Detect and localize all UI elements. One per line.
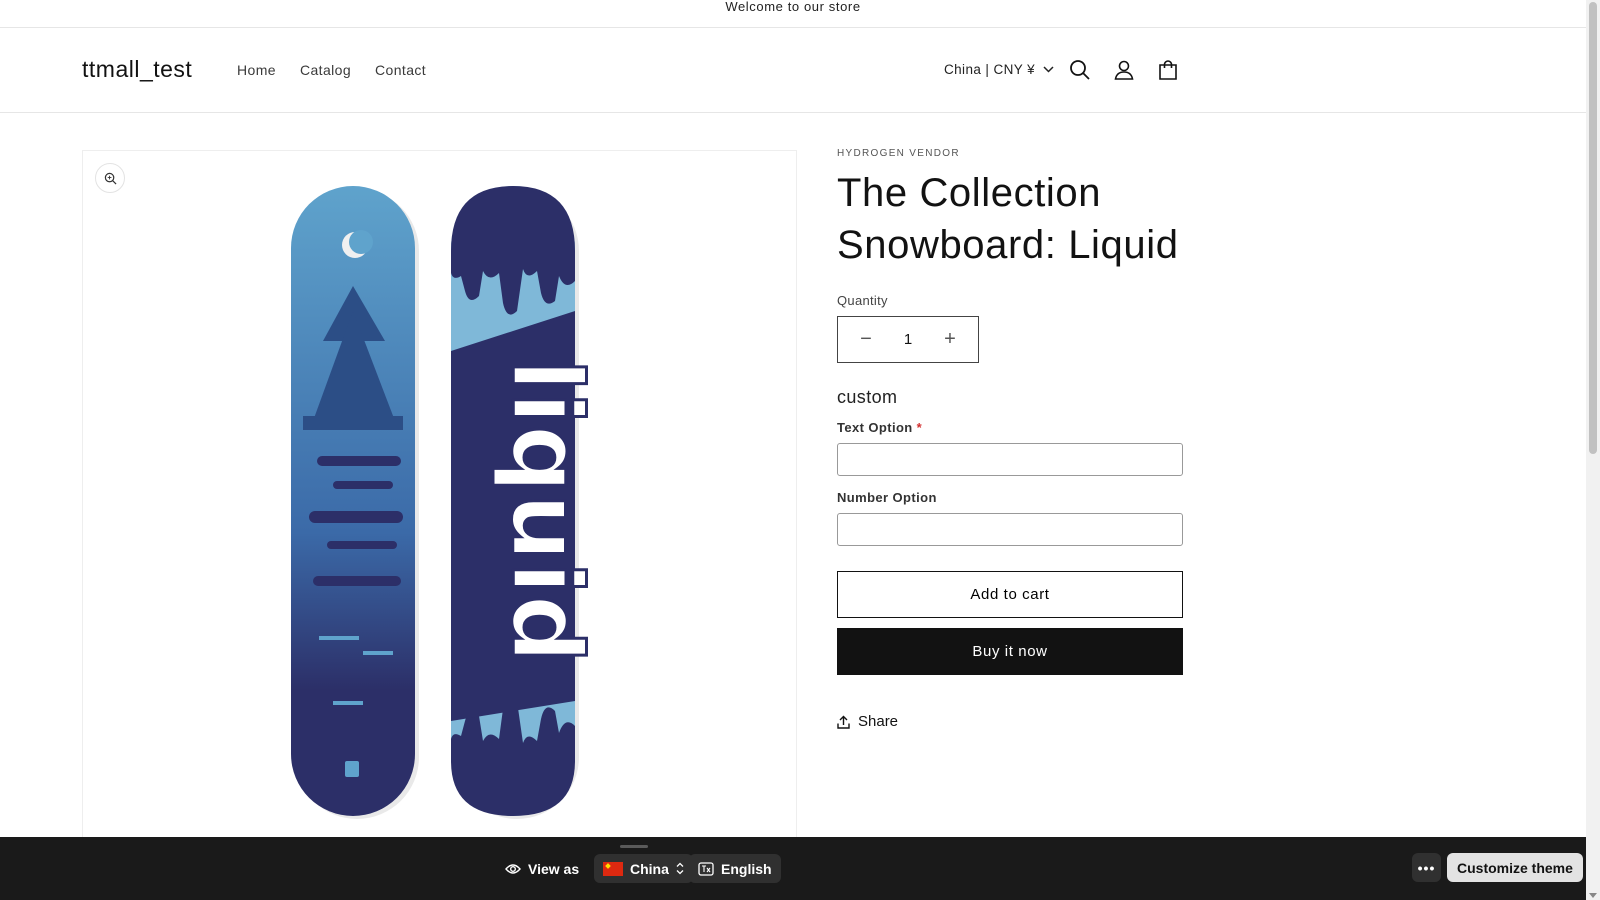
quantity-value[interactable]: 1 — [904, 331, 912, 348]
scroll-down-arrow-icon[interactable] — [1589, 893, 1597, 898]
share-label: Share — [858, 713, 899, 730]
board-graphic-text: liquid — [490, 359, 593, 664]
number-option-input[interactable] — [837, 513, 1183, 546]
text-option-label-text: Text Option — [837, 420, 913, 435]
country-preview-selector[interactable]: China — [594, 854, 693, 883]
announcement-bar: Welcome to our store — [0, 0, 1586, 28]
product-vendor: HYDROGEN VENDOR — [837, 148, 960, 159]
nav-home[interactable]: Home — [237, 62, 276, 78]
cart-icon[interactable] — [1156, 58, 1180, 82]
product-gallery: liquid — [82, 150, 797, 850]
eye-icon — [505, 864, 521, 874]
main-nav: Home Catalog Contact — [237, 62, 426, 78]
account-icon[interactable] — [1112, 58, 1136, 82]
snowboard-front — [291, 186, 419, 819]
preview-bar: View as China English ••• Customize them… — [0, 837, 1586, 900]
product-image[interactable]: liquid — [283, 181, 593, 831]
nav-contact[interactable]: Contact — [375, 62, 426, 78]
chevron-down-icon — [1043, 66, 1054, 73]
zoom-icon — [104, 172, 116, 184]
buy-it-now-button[interactable]: Buy it now — [837, 628, 1183, 675]
text-option-input[interactable] — [837, 443, 1183, 476]
translate-icon — [698, 861, 714, 876]
quantity-label: Quantity — [837, 293, 888, 308]
country-selector-label: China | CNY ¥ — [944, 62, 1035, 77]
view-as-label: View as — [505, 861, 579, 877]
quantity-decrease-button[interactable]: − — [858, 328, 874, 351]
chevron-up-down-icon — [676, 862, 684, 875]
store-logo[interactable]: ttmall_test — [82, 56, 192, 83]
text-option-label: Text Option * — [837, 420, 1183, 435]
drag-handle[interactable] — [620, 845, 648, 848]
page-scrollbar[interactable] — [1586, 0, 1600, 900]
product-title: The Collection Snowboard: Liquid — [837, 171, 1179, 267]
announcement-text: Welcome to our store — [725, 0, 861, 14]
zoom-button[interactable] — [95, 163, 125, 193]
view-as-text: View as — [528, 861, 580, 877]
add-to-cart-button[interactable]: Add to cart — [837, 571, 1183, 618]
custom-heading: custom — [837, 387, 898, 407]
product-info: HYDROGEN VENDOR The Collection Snowboard… — [837, 148, 1183, 730]
site-header: ttmall_test Home Catalog Contact China |… — [0, 28, 1586, 113]
snowboard-back: liquid — [451, 186, 593, 819]
country-preview-label: China — [630, 860, 669, 877]
scrollbar-thumb[interactable] — [1589, 2, 1597, 454]
customize-theme-button[interactable]: Customize theme — [1447, 853, 1583, 882]
number-option-label: Number Option — [837, 490, 937, 505]
language-preview-label: English — [721, 860, 772, 877]
search-icon[interactable] — [1068, 58, 1092, 82]
china-flag-icon — [603, 861, 623, 876]
language-preview-selector[interactable]: English — [689, 854, 781, 883]
quantity-increase-button[interactable]: + — [942, 328, 958, 351]
nav-catalog[interactable]: Catalog — [300, 62, 351, 78]
more-options-button[interactable]: ••• — [1412, 853, 1441, 882]
share-button[interactable]: Share — [837, 713, 1183, 730]
share-icon — [837, 715, 850, 729]
required-marker: * — [916, 420, 923, 435]
quantity-stepper: − 1 + — [837, 316, 979, 363]
country-selector[interactable]: China | CNY ¥ — [944, 62, 1054, 77]
